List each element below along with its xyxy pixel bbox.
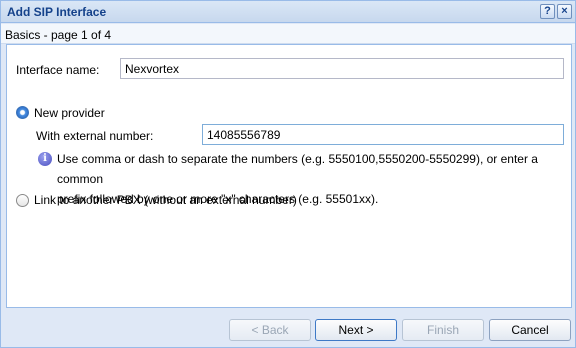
dialog-title: Add SIP Interface: [7, 5, 107, 19]
help-icon[interactable]: ?: [540, 4, 555, 19]
external-number-label: With external number:: [36, 129, 154, 143]
link-pbx-label: Link to another PBX (without an external…: [34, 193, 297, 207]
hint-line-1: Use comma or dash to separate the number…: [57, 152, 538, 186]
page-label: Basics - page 1 of 4: [5, 28, 112, 42]
new-provider-radio[interactable]: [16, 106, 29, 119]
finish-button[interactable]: Finish: [402, 319, 484, 341]
close-icon[interactable]: ×: [557, 4, 572, 19]
back-button[interactable]: < Back: [229, 319, 311, 341]
next-button[interactable]: Next >: [315, 319, 397, 341]
link-pbx-radio[interactable]: [16, 194, 29, 207]
info-icon: i: [38, 152, 52, 166]
title-bar: Add SIP Interface ? ×: [1, 1, 575, 23]
interface-name-label: Interface name:: [16, 63, 100, 77]
page-indicator: Basics - page 1 of 4: [1, 24, 575, 44]
form-panel: Interface name: New provider With extern…: [6, 44, 572, 308]
external-number-input[interactable]: [202, 124, 564, 145]
add-sip-interface-dialog: Add SIP Interface ? × Basics - page 1 of…: [0, 0, 576, 348]
cancel-button[interactable]: Cancel: [489, 319, 571, 341]
interface-name-input[interactable]: [120, 58, 564, 79]
new-provider-label: New provider: [34, 106, 105, 120]
